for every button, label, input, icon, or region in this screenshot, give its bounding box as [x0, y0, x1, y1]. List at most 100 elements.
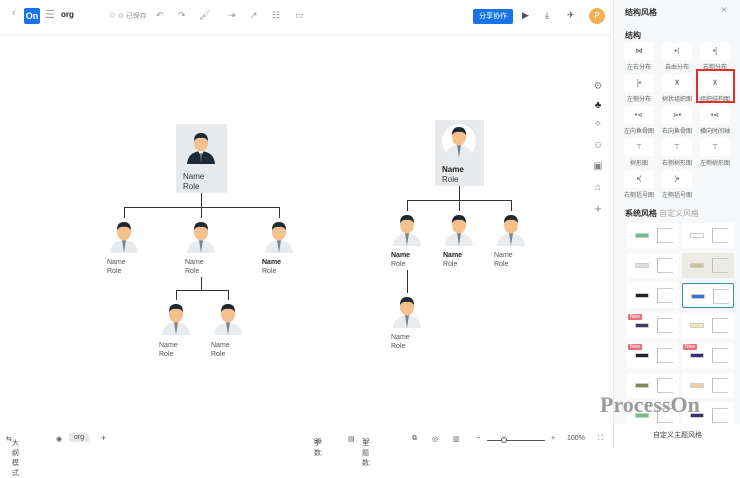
structure-icon[interactable]: ♣: [591, 99, 605, 113]
save-status: ⊙ 已保存: [118, 13, 147, 20]
theme-style-card[interactable]: [682, 283, 734, 308]
theme-style-card[interactable]: New: [682, 343, 734, 368]
undo-icon[interactable]: ↶: [156, 10, 164, 21]
tab-custom-style[interactable]: 自定义风格: [659, 208, 699, 219]
theme-style-card[interactable]: [627, 223, 679, 248]
image-icon[interactable]: ▣: [591, 160, 605, 174]
send-icon[interactable]: ✈: [567, 10, 575, 21]
back-icon[interactable]: ‹: [12, 7, 16, 19]
structure-label: 树形图: [629, 161, 648, 167]
node-label[interactable]: Name Role: [494, 251, 513, 269]
node-label[interactable]: Name Role: [262, 258, 281, 276]
person-avatar-icon: [265, 222, 293, 253]
style-icon[interactable]: ⚙: [591, 80, 605, 94]
structure-label: 右侧树形图: [661, 161, 692, 167]
top-toolbar: ‹ On ☰ org ☆ ⊙ 已保存 ↶ ↷ 🖌 ⇥ ↗ ☷ ▭ 分享协作 ▶ …: [0, 0, 612, 34]
structure-option[interactable]: )• 左侧括号图: [659, 171, 695, 199]
node-label: Name Role: [183, 172, 205, 191]
node-label[interactable]: Name Role: [185, 258, 204, 276]
structure-icon: ]•: [624, 75, 654, 92]
zoom-level: 100%: [567, 435, 585, 442]
new-badge: New: [628, 344, 643, 350]
structure-option[interactable]: ]• 左侧分布: [621, 75, 657, 103]
structure-option[interactable]: •(右侧括号图: [621, 171, 657, 199]
theme-style-card[interactable]: [682, 253, 734, 278]
theme-style-card[interactable]: New: [627, 343, 679, 368]
structure-option[interactable]: ⋈ 左右分布: [621, 43, 657, 71]
structure-label: 左侧树形图: [699, 161, 730, 167]
relation-icon[interactable]: ↗: [250, 10, 258, 21]
structure-option[interactable]: ⊤ 右侧树形图: [659, 139, 695, 167]
tab-system-style[interactable]: 系统风格: [625, 208, 657, 219]
theme-style-card[interactable]: [682, 313, 734, 338]
summary-icon[interactable]: ☷: [272, 10, 280, 21]
zoom-slider[interactable]: [487, 440, 545, 441]
theme-style-card[interactable]: [682, 223, 734, 248]
structure-style-panel: 结构风格 × 结构 ⋈ 左右分布 •⟨ 自由分布 •[右侧分布]• 左侧分布 ⊼ 树状组织图 ⊼…: [613, 0, 740, 448]
theme-style-card[interactable]: [627, 283, 679, 308]
structure-label: 右侧括号图: [623, 193, 654, 199]
outline-mode-button[interactable]: ⇆ 大纲模式: [6, 435, 19, 477]
node-label[interactable]: Name Role: [211, 341, 230, 359]
zoom-slider-handle[interactable]: [501, 437, 507, 443]
node-label: Name Role: [442, 165, 464, 184]
format-painter-icon[interactable]: 🖌: [199, 10, 210, 21]
map-icon[interactable]: ▥: [453, 435, 460, 443]
structure-option[interactable]: ⊤ 左侧树形图: [697, 139, 733, 167]
add-icon[interactable]: +: [591, 202, 605, 216]
structure-label: 横向时间轴: [699, 129, 730, 135]
doc-title[interactable]: org: [61, 10, 74, 19]
logo[interactable]: On: [24, 8, 40, 24]
structure-label: 左侧括号图: [661, 193, 692, 199]
structure-icon: ⊤: [624, 139, 654, 156]
theme-style-card[interactable]: New: [627, 313, 679, 338]
node-label[interactable]: Name Role: [159, 341, 178, 359]
processon-watermark: ProcessOn: [600, 392, 700, 417]
emoji-icon[interactable]: ☺: [591, 139, 605, 153]
person-avatar-icon: [393, 215, 421, 246]
node-label[interactable]: Name Role: [391, 251, 410, 269]
fullscreen-icon[interactable]: ⛶: [598, 435, 603, 443]
custom-theme-button[interactable]: 自定义主题风格: [614, 424, 740, 448]
node-label[interactable]: Name Role: [443, 251, 462, 269]
topic-icon[interactable]: ⇥: [228, 10, 236, 21]
sheet-icon[interactable]: ◉: [56, 435, 62, 443]
zoom-out-button[interactable]: −: [476, 435, 480, 442]
structure-option[interactable]: ⋗• 右向鱼骨图: [659, 107, 695, 135]
structure-icon: )•: [662, 171, 692, 188]
structure-option[interactable]: ⊤ 树形图: [621, 139, 657, 167]
node-label[interactable]: Name Role: [391, 333, 410, 351]
structure-option[interactable]: •⋖ 左向鱼骨图: [621, 107, 657, 135]
person-avatar-icon: [110, 222, 138, 253]
structure-option[interactable]: ⊼ 树状组织图: [659, 75, 695, 103]
structure-heading: 结构: [625, 31, 641, 40]
structure-option[interactable]: •⟨ 自由分布: [659, 43, 695, 71]
download-icon[interactable]: ⤓: [545, 10, 549, 21]
node-label[interactable]: Name Role: [107, 258, 126, 276]
menu-icon[interactable]: ☰: [45, 8, 55, 21]
redo-icon[interactable]: ↷: [178, 10, 186, 21]
star-icon[interactable]: ☆: [108, 10, 116, 21]
theme-style-card[interactable]: [627, 253, 679, 278]
structure-label: 树状组织图: [661, 97, 692, 103]
locate-icon[interactable]: ◎: [432, 435, 438, 443]
tag-icon[interactable]: ⌂: [591, 181, 605, 195]
frame-icon[interactable]: ▭: [295, 10, 304, 21]
sheet-tab[interactable]: org: [69, 433, 90, 442]
zoom-in-button[interactable]: +: [551, 435, 555, 442]
person-avatar-icon: [445, 215, 473, 246]
present-icon[interactable]: ▶: [522, 10, 529, 21]
structure-option[interactable]: •[右侧分布: [697, 43, 733, 71]
user-avatar[interactable]: P: [589, 8, 605, 24]
status-bar: ⇆ 大纲模式 ◉ org + 字数: 95 ▤ 主题数: 12 ⧉ ◎ ▥ − …: [6, 433, 603, 477]
add-sheet-icon[interactable]: +: [101, 433, 106, 443]
structure-icon: •⋖: [700, 107, 730, 124]
share-button[interactable]: 分享协作: [473, 9, 513, 24]
selected-structure-highlight: [696, 69, 735, 103]
close-icon[interactable]: ×: [721, 5, 727, 16]
person-avatar-icon: [187, 133, 215, 164]
structure-option[interactable]: •⋖ 横向时间轴: [697, 107, 733, 135]
fit-icon[interactable]: ⧉: [412, 435, 417, 443]
person-avatar-icon: [393, 297, 421, 328]
theme-icon[interactable]: ✧: [591, 118, 605, 132]
